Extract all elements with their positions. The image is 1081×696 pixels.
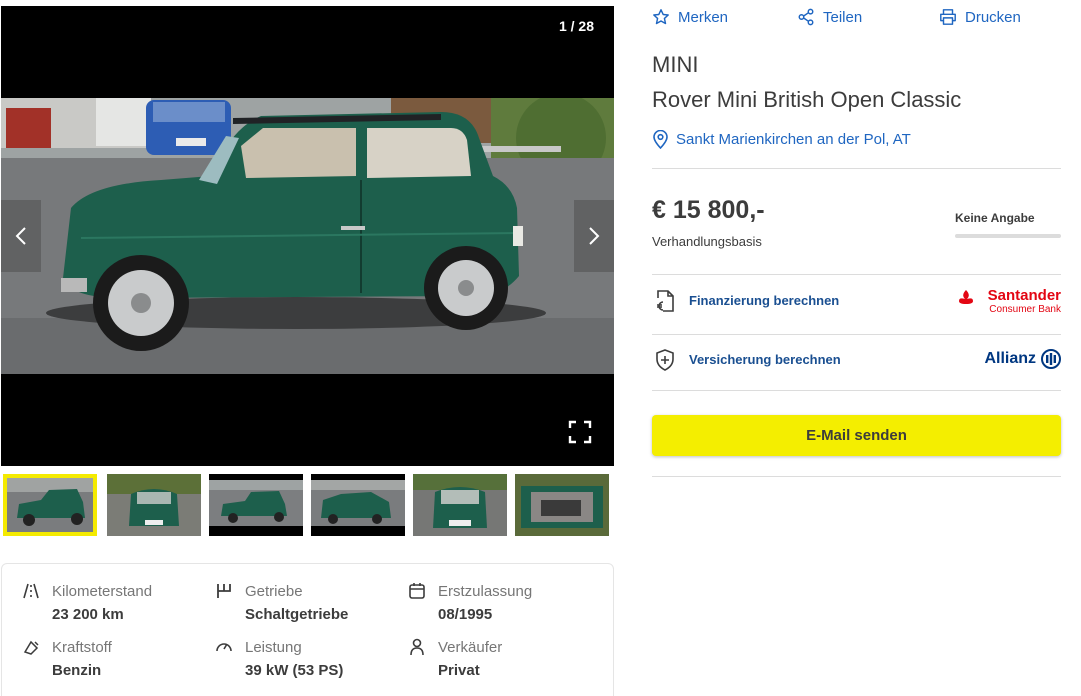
spec-label: Kraftstoff — [52, 639, 112, 656]
vehicle-specs-panel: Kilometerstand 23 200 km Getriebe Schalt… — [1, 563, 614, 696]
spec-value: 08/1995 — [438, 606, 493, 623]
spec-value: Schaltgetriebe — [245, 606, 349, 623]
allianz-emblem-icon — [1041, 349, 1061, 369]
merken-label: Merken — [678, 8, 729, 26]
santander-flame-icon — [959, 290, 973, 304]
thumbnail-strip — [1, 472, 614, 538]
thumbnail-image — [311, 480, 405, 526]
spec-label: Getriebe — [245, 583, 303, 600]
thumbnail-2[interactable] — [107, 474, 201, 536]
thumbnail-4[interactable] — [311, 474, 405, 536]
person-icon — [410, 638, 424, 656]
divider — [652, 168, 1061, 169]
spec-label: Verkäufer — [438, 639, 503, 656]
versicherung-label: Versicherung berechnen — [689, 352, 841, 367]
divider — [652, 476, 1061, 477]
spec-verkaeufer: Verkäufer Privat — [388, 638, 568, 682]
image-gallery[interactable]: 1 / 28 — [1, 6, 614, 466]
finanzierung-row[interactable]: Finanzierung berechnen Santander Consume… — [652, 286, 1061, 316]
shield-plus-icon — [656, 349, 674, 371]
spec-value: Privat — [438, 662, 480, 679]
allianz-brand: Allianz — [984, 350, 1036, 367]
spec-value: 23 200 km — [52, 606, 124, 623]
santander-logo: Santander Consumer Bank — [957, 287, 1061, 317]
thumbnail-image — [107, 474, 201, 536]
euro-document-icon — [657, 290, 674, 312]
spec-value: 39 kW (53 PS) — [245, 662, 344, 679]
email-send-button[interactable]: E-Mail senden — [652, 415, 1061, 456]
spec-kraftstoff: Kraftstoff Benzin — [2, 638, 182, 682]
spec-erstzulassung: Erstzulassung 08/1995 — [388, 582, 568, 626]
star-icon — [653, 9, 669, 25]
fullscreen-icon[interactable] — [568, 420, 592, 444]
finanzierung-label: Finanzierung berechnen — [689, 293, 840, 308]
price-rating-label: Keine Angabe — [955, 211, 1035, 225]
merken-button[interactable]: Merken — [652, 8, 728, 26]
spec-leistung: Leistung 39 kW (53 PS) — [195, 638, 375, 682]
speedometer-icon — [216, 643, 232, 652]
divider — [652, 274, 1061, 275]
santander-sub: Consumer Bank — [989, 304, 1061, 315]
thumbnail-6[interactable] — [515, 474, 609, 536]
chevron-left-icon — [15, 227, 26, 245]
listing-make: MINI — [652, 52, 699, 77]
listing-actions: Merken Teilen Drucken — [652, 8, 1062, 30]
image-counter: 1 / 28 — [558, 18, 594, 34]
drucken-label: Drucken — [965, 8, 1021, 26]
spec-kilometerstand: Kilometerstand 23 200 km — [2, 582, 182, 626]
thumbnail-image — [209, 480, 303, 526]
previous-image-button[interactable] — [1, 200, 41, 272]
chevron-right-icon — [589, 227, 600, 245]
santander-brand: Santander — [987, 287, 1061, 304]
drucken-button[interactable]: Drucken — [939, 8, 1021, 26]
calendar-icon — [409, 583, 425, 599]
spec-label: Kilometerstand — [52, 583, 153, 600]
printer-icon — [940, 9, 956, 25]
thumbnail-5[interactable] — [413, 474, 507, 536]
thumbnail-3[interactable] — [209, 474, 303, 536]
next-image-button[interactable] — [574, 200, 614, 272]
versicherung-row[interactable]: Versicherung berechnen Allianz — [652, 345, 1061, 375]
divider — [652, 334, 1061, 335]
teilen-label: Teilen — [823, 8, 863, 26]
thumbnail-image — [413, 474, 507, 536]
thumbnail-image — [7, 478, 93, 532]
spec-getriebe: Getriebe Schaltgetriebe — [195, 582, 375, 626]
spec-label: Leistung — [245, 639, 302, 656]
listing-location[interactable]: Sankt Marienkirchen an der Pol, AT — [652, 130, 911, 149]
gear-shift-icon — [217, 584, 231, 598]
road-icon — [23, 583, 39, 599]
main-car-photo — [1, 98, 614, 374]
allianz-logo: Allianz — [984, 349, 1061, 369]
thumbnail-image — [515, 474, 609, 536]
thumbnail-1[interactable] — [3, 474, 97, 536]
fuel-icon — [23, 640, 39, 655]
spec-value: Benzin — [52, 662, 102, 679]
price-note: Verhandlungsbasis — [652, 234, 762, 249]
price-rating-bar — [955, 234, 1061, 238]
listing-model: Rover Mini British Open Classic — [652, 87, 962, 112]
teilen-button[interactable]: Teilen — [797, 8, 862, 26]
spec-label: Erstzulassung — [438, 583, 533, 600]
location-label: Sankt Marienkirchen an der Pol, AT — [676, 131, 911, 148]
listing-price: € 15 800,- — [652, 196, 765, 224]
location-pin-icon — [653, 130, 668, 149]
divider — [652, 390, 1061, 391]
share-icon — [798, 8, 814, 26]
